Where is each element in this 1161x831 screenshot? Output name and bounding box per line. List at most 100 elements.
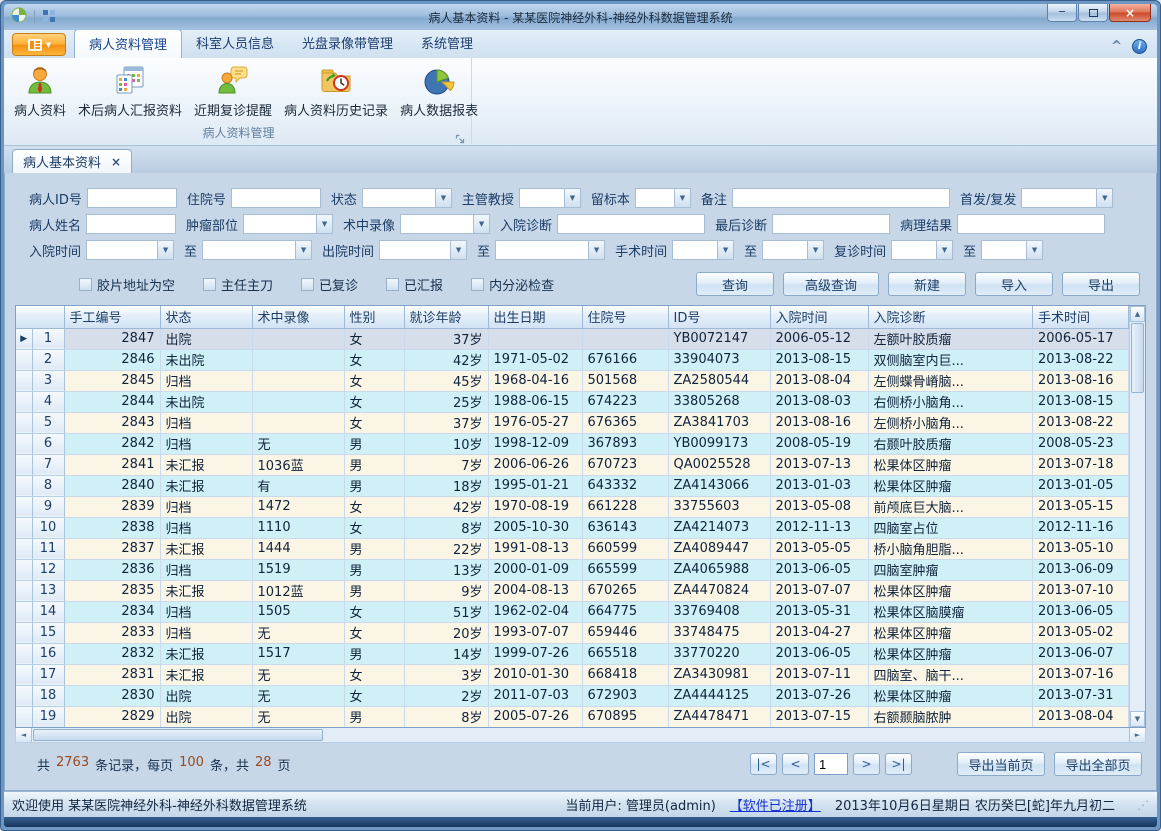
app-logo-icon[interactable] bbox=[11, 7, 27, 27]
table-row[interactable]: ▶12847出院女37岁YB00721472006-05-12左额叶胶质瘤200… bbox=[16, 328, 1129, 349]
new-button[interactable]: 新建 bbox=[888, 272, 966, 296]
ribbon-collapse-icon[interactable]: ^ bbox=[1111, 39, 1122, 54]
horizontal-scroll-thumb[interactable] bbox=[33, 729, 323, 741]
table-row[interactable]: 92839归档1472女42岁1970-08-19661228337556032… bbox=[16, 496, 1129, 517]
ribbon-item-postop-report[interactable]: 术后病人汇报资料 bbox=[72, 61, 188, 121]
checkbox-director-surgeon[interactable]: 主任主刀 bbox=[203, 275, 273, 294]
import-button[interactable]: 导入 bbox=[975, 272, 1053, 296]
scroll-right-icon[interactable]: ► bbox=[1129, 728, 1145, 742]
filter-discharge-time-to-combo[interactable]: ▼ bbox=[495, 240, 605, 260]
horizontal-scrollbar[interactable]: ◄ ► bbox=[15, 728, 1146, 743]
tab-close-icon[interactable]: × bbox=[111, 155, 121, 169]
ribbon-item-revisit-reminder[interactable]: 近期复诊提醒 bbox=[188, 61, 278, 121]
export-current-page-button[interactable]: 导出当前页 bbox=[957, 752, 1045, 776]
checkbox-film-address-empty[interactable]: 胶片地址为空 bbox=[79, 275, 175, 294]
dropdown-arrow-icon[interactable]: ▼ bbox=[564, 189, 580, 207]
filter-remark-input[interactable] bbox=[732, 188, 950, 208]
header-cell-3[interactable]: 性别 bbox=[344, 306, 404, 328]
dropdown-arrow-icon[interactable]: ▼ bbox=[674, 189, 690, 207]
table-row[interactable]: 122836归档1519男13岁2000-01-09665599ZA406598… bbox=[16, 559, 1129, 580]
export-button[interactable]: 导出 bbox=[1062, 272, 1140, 296]
filter-surgery-time-to-combo[interactable]: ▼ bbox=[762, 240, 824, 260]
header-cell-1[interactable]: 状态 bbox=[160, 306, 252, 328]
ribbon-tab-system-mgmt[interactable]: 系统管理 bbox=[407, 29, 487, 58]
next-page-button[interactable]: > bbox=[853, 753, 880, 775]
app-menu-button[interactable]: ▼ bbox=[12, 33, 66, 56]
filter-final-diagnosis-input[interactable] bbox=[772, 214, 890, 234]
query-button[interactable]: 查询 bbox=[696, 272, 774, 296]
ribbon-tab-disc-video-mgmt[interactable]: 光盘录像带管理 bbox=[288, 29, 407, 58]
filter-revisit-time-from-combo[interactable]: ▼ bbox=[891, 240, 953, 260]
filter-status-combo[interactable]: ▼ bbox=[362, 188, 452, 208]
filter-tumor-site-combo[interactable]: ▼ bbox=[243, 214, 333, 234]
header-cell-5[interactable]: 出生日期 bbox=[488, 306, 582, 328]
tab-patient-basic-info[interactable]: 病人基本资料 × bbox=[12, 149, 132, 173]
filter-chief-professor-combo[interactable]: ▼ bbox=[519, 188, 581, 208]
filter-intraop-video-combo[interactable]: ▼ bbox=[400, 214, 490, 234]
ribbon-tab-patient-data-mgmt[interactable]: 病人资料管理 bbox=[74, 29, 182, 58]
export-all-pages-button[interactable]: 导出全部页 bbox=[1054, 752, 1142, 776]
table-row[interactable]: 52843归档女37岁1976-05-27676365ZA38417032013… bbox=[16, 412, 1129, 433]
table-row[interactable]: 82840未汇报有男18岁1995-01-21643332ZA414306620… bbox=[16, 475, 1129, 496]
filter-revisit-time-to-combo[interactable]: ▼ bbox=[981, 240, 1043, 260]
header-cell-0[interactable]: 手工编号 bbox=[64, 306, 160, 328]
filter-discharge-time-from-combo[interactable]: ▼ bbox=[379, 240, 467, 260]
advanced-query-button[interactable]: 高级查询 bbox=[783, 272, 879, 296]
dropdown-arrow-icon[interactable]: ▼ bbox=[473, 215, 489, 233]
table-row[interactable]: 102838归档1110女8岁2005-10-30636143ZA4214073… bbox=[16, 517, 1129, 538]
checkbox-endocrine-exam[interactable]: 内分泌检查 bbox=[471, 275, 554, 294]
header-cell-8[interactable]: 入院时间 bbox=[770, 306, 868, 328]
dropdown-arrow-icon[interactable]: ▼ bbox=[717, 241, 733, 259]
filter-admission-diagnosis-input[interactable] bbox=[557, 214, 705, 234]
dropdown-arrow-icon[interactable]: ▼ bbox=[295, 241, 311, 259]
registered-link[interactable]: 【软件已注册】 bbox=[730, 795, 821, 814]
table-row[interactable]: 112837未汇报1444男22岁1991-08-13660599ZA40894… bbox=[16, 538, 1129, 559]
table-row[interactable]: 32845归档女45岁1968-04-16501568ZA25805442013… bbox=[16, 370, 1129, 391]
header-cell-6[interactable]: 住院号 bbox=[582, 306, 668, 328]
dropdown-arrow-icon[interactable]: ▼ bbox=[157, 241, 173, 259]
filter-patient-id-input[interactable] bbox=[87, 188, 177, 208]
minimize-button[interactable]: ─ bbox=[1047, 4, 1077, 22]
table-row[interactable]: 192829出院无男8岁2005-07-26670895ZA4478471201… bbox=[16, 706, 1129, 727]
filter-first-or-recur-combo[interactable]: ▼ bbox=[1021, 188, 1113, 208]
prev-page-button[interactable]: < bbox=[782, 753, 809, 775]
table-row[interactable]: 172831未汇报无女3岁2010-01-30668418ZA343098120… bbox=[16, 664, 1129, 685]
scroll-left-icon[interactable]: ◄ bbox=[16, 728, 32, 742]
vertical-scrollbar[interactable]: ▲ ▼ bbox=[1129, 306, 1145, 727]
table-row[interactable]: 162832未汇报1517男14岁1999-07-266655183377022… bbox=[16, 643, 1129, 664]
table-row[interactable]: 152833归档无女20岁1993-07-0765944633748475201… bbox=[16, 622, 1129, 643]
header-cell-9[interactable]: 入院诊断 bbox=[868, 306, 1033, 328]
filter-admission-no-input[interactable] bbox=[231, 188, 321, 208]
checkbox-reported[interactable]: 已汇报 bbox=[386, 275, 443, 294]
table-row[interactable]: 62842归档无男10岁1998-12-09367893YB0099173200… bbox=[16, 433, 1129, 454]
vertical-scroll-thumb[interactable] bbox=[1131, 323, 1144, 393]
info-icon[interactable]: i bbox=[1132, 39, 1147, 54]
table-row[interactable]: 182830出院无女2岁2011-07-03672903ZA4444125201… bbox=[16, 685, 1129, 706]
table-row[interactable]: 42844未出院女25岁1988-06-15674223338052682013… bbox=[16, 391, 1129, 412]
table-row[interactable]: 132835未汇报1012蓝男9岁2004-08-13670265ZA44708… bbox=[16, 580, 1129, 601]
close-button[interactable]: × bbox=[1109, 4, 1151, 22]
table-row[interactable]: 72841未汇报1036蓝男7岁2006-06-26670723QA002552… bbox=[16, 454, 1129, 475]
scroll-down-icon[interactable]: ▼ bbox=[1130, 711, 1145, 727]
dropdown-arrow-icon[interactable]: ▼ bbox=[807, 241, 823, 259]
checkbox-revisited[interactable]: 已复诊 bbox=[301, 275, 358, 294]
page-number-input[interactable] bbox=[814, 753, 848, 775]
ribbon-tab-staff-info[interactable]: 科室人员信息 bbox=[182, 29, 288, 58]
header-cell-7[interactable]: ID号 bbox=[668, 306, 770, 328]
header-cell-2[interactable]: 术中录像 bbox=[252, 306, 344, 328]
maximize-button[interactable] bbox=[1078, 4, 1108, 22]
dropdown-arrow-icon[interactable]: ▼ bbox=[1026, 241, 1042, 259]
scroll-up-icon[interactable]: ▲ bbox=[1130, 306, 1145, 322]
filter-patient-name-input[interactable] bbox=[86, 214, 176, 234]
dropdown-arrow-icon[interactable]: ▼ bbox=[450, 241, 466, 259]
table-row[interactable]: 22846未出院女42岁1971-05-02676166339040732013… bbox=[16, 349, 1129, 370]
filter-admission-time-to-combo[interactable]: ▼ bbox=[202, 240, 312, 260]
dropdown-arrow-icon[interactable]: ▼ bbox=[316, 215, 332, 233]
header-cell-10[interactable]: 手术时间 bbox=[1033, 306, 1129, 328]
ribbon-item-history-record[interactable]: 病人资料历史记录 bbox=[278, 61, 394, 121]
filter-specimen-combo[interactable]: ▼ bbox=[635, 188, 691, 208]
dropdown-arrow-icon[interactable]: ▼ bbox=[1096, 189, 1112, 207]
dialog-launcher-icon[interactable] bbox=[455, 130, 466, 141]
dropdown-arrow-icon[interactable]: ▼ bbox=[435, 189, 451, 207]
dropdown-arrow-icon[interactable]: ▼ bbox=[588, 241, 604, 259]
